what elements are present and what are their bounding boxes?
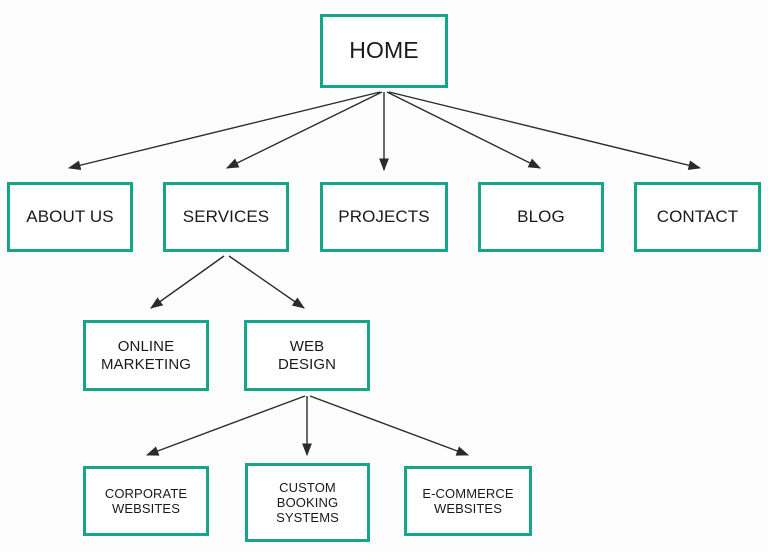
connector-arrow-home-to-contact	[388, 91, 702, 171]
node-label-e-commerce-websites: E-COMMERCE WEBSITES	[422, 485, 514, 516]
node-box-about-us[interactable]: ABOUT US	[7, 182, 133, 252]
node-box-blog[interactable]: BLOG	[478, 182, 604, 252]
node-label-about-us: ABOUT US	[26, 206, 114, 226]
node-box-corporate-websites[interactable]: CORPORATE WEBSITES	[83, 466, 209, 536]
node-label-blog: BLOG	[517, 206, 565, 226]
connector-arrow-web-design-to-ecommerce	[309, 395, 470, 456]
node-box-services[interactable]: SERVICES	[163, 182, 289, 252]
node-label-projects: PROJECTS	[338, 206, 430, 226]
node-label-contact: CONTACT	[656, 206, 739, 226]
node-label-custom-booking-systems: CUSTOM BOOKING SYSTEMS	[276, 479, 339, 526]
connector-arrow-services-to-web-design	[228, 255, 305, 309]
node-label-services: SERVICES	[182, 206, 270, 226]
connector-arrow-home-to-about-us	[67, 91, 381, 171]
connector-arrow-home-to-services	[225, 91, 383, 169]
node-box-custom-booking-systems[interactable]: CUSTOM BOOKING SYSTEMS	[245, 463, 370, 542]
node-label-corporate-websites: CORPORATE WEBSITES	[104, 485, 188, 516]
node-box-e-commerce-websites[interactable]: E-COMMERCE WEBSITES	[404, 466, 532, 536]
sitemap-diagram: HOME ABOUT US SERVICES PROJECTS BLOG CONTACT O…	[0, 0, 768, 552]
node-box-contact[interactable]: CONTACT	[634, 182, 761, 252]
node-box-web-design[interactable]: WEB DESIGN	[244, 320, 370, 391]
node-label-online-marketing: ONLINE MARKETING	[100, 337, 192, 373]
node-box-home[interactable]: HOME	[320, 14, 448, 88]
node-box-online-marketing[interactable]: ONLINE MARKETING	[83, 320, 209, 391]
node-box-projects[interactable]: PROJECTS	[320, 182, 448, 252]
connector-arrow-services-to-online-marketing	[150, 255, 225, 309]
connector-arrow-web-design-to-corporate	[145, 395, 306, 456]
node-label-home: HOME	[349, 37, 419, 64]
connector-arrow-home-to-blog	[386, 91, 542, 169]
node-label-web-design: WEB DESIGN	[277, 337, 337, 373]
